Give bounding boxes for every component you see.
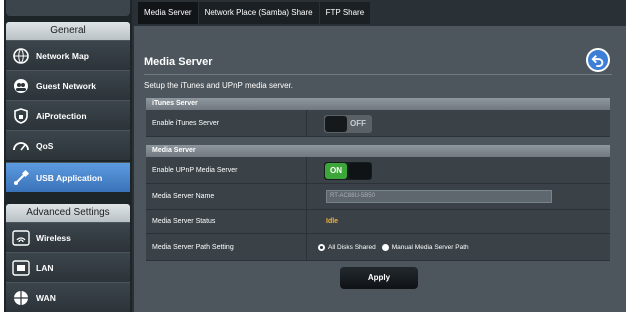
sidebar-item-label: WAN — [36, 292, 56, 303]
radio-all-disks[interactable] — [318, 244, 325, 251]
itunes-toggle[interactable]: OFF — [324, 115, 372, 133]
row-media-server-status: Media Server Status Idle — [146, 210, 610, 234]
sidebar-item-aiprotection[interactable]: AiProtection — [6, 100, 130, 130]
tab-network-place-share[interactable]: Network Place (Samba) Share — [198, 2, 319, 24]
path-radio-group: All Disks Shared Manual Media Server Pat… — [318, 244, 469, 251]
tab-bar: Media Server Network Place (Samba) Share… — [138, 2, 371, 24]
tab-ftp-share[interactable]: FTP Share — [319, 2, 371, 24]
sidebar-group-general: General — [6, 22, 130, 40]
row-divider — [306, 110, 307, 136]
sidebar-item-wireless[interactable]: Wireless — [6, 222, 130, 252]
media-server-name-input[interactable]: RT-AC88U-5B50 — [326, 190, 552, 203]
section-header-media: Media Server — [146, 145, 610, 157]
sidebar: General Network Map Guest Network AiProt… — [4, 0, 132, 312]
sidebar-item-network-map[interactable]: Network Map — [6, 40, 130, 70]
sidebar-item-lan[interactable]: LAN — [6, 252, 130, 282]
sidebar-item-wan[interactable]: WAN — [6, 282, 130, 312]
sidebar-item-qos[interactable]: QoS — [6, 130, 130, 160]
row-media-server-name: Media Server Name RT-AC88U-5B50 — [146, 184, 610, 210]
sidebar-group-advanced: Advanced Settings — [6, 204, 130, 222]
row-divider — [306, 234, 307, 260]
row-enable-itunes: Enable iTunes Server OFF — [146, 110, 610, 137]
enable-upnp-label: Enable UPnP Media Server — [152, 167, 238, 174]
sidebar-item-label: USB Application — [36, 172, 103, 183]
network-map-icon — [12, 47, 30, 65]
sidebar-top-bar — [6, 0, 130, 16]
row-divider — [306, 157, 307, 183]
toggle-state: ON — [325, 163, 347, 179]
radio-all-disks-label: All Disks Shared — [328, 244, 376, 251]
section-header-itunes: iTunes Server — [146, 98, 610, 110]
title-divider — [144, 74, 612, 75]
page-title: Media Server — [144, 56, 213, 68]
row-media-server-path: Media Server Path Setting All Disks Shar… — [146, 234, 610, 261]
media-server-status-label: Media Server Status — [152, 218, 216, 225]
apply-button[interactable]: Apply — [340, 267, 418, 289]
sidebar-item-label: AiProtection — [36, 110, 87, 121]
toggle-knob — [349, 163, 371, 179]
back-button[interactable] — [586, 48, 610, 72]
page-subtitle: Setup the iTunes and UPnP media server. — [144, 81, 293, 90]
row-divider — [306, 184, 307, 209]
back-arrow-icon — [591, 54, 604, 67]
toggle-state: OFF — [350, 119, 366, 128]
globe-icon — [12, 289, 30, 307]
upnp-toggle[interactable]: ON — [324, 162, 372, 180]
toggle-knob — [325, 116, 347, 132]
media-server-status-value: Idle — [326, 218, 339, 225]
wireless-icon — [12, 229, 30, 247]
sidebar-item-guest-network[interactable]: Guest Network — [6, 70, 130, 100]
shield-icon — [12, 107, 30, 125]
media-server-path-label: Media Server Path Setting — [152, 244, 234, 251]
radio-manual-path-label: Manual Media Server Path — [391, 244, 469, 251]
row-enable-upnp: Enable UPnP Media Server ON — [146, 157, 610, 184]
tab-media-server[interactable]: Media Server — [138, 2, 198, 24]
radio-manual-path[interactable] — [381, 244, 389, 251]
usb-icon — [12, 169, 30, 187]
sidebar-item-label: Wireless — [36, 232, 71, 243]
lan-icon — [12, 259, 30, 277]
sidebar-item-label: Network Map — [36, 50, 89, 61]
row-divider — [306, 210, 307, 233]
sidebar-item-label: LAN — [36, 262, 54, 273]
guest-network-icon — [12, 77, 30, 95]
enable-itunes-label: Enable iTunes Server — [152, 120, 220, 127]
speedometer-icon — [12, 137, 30, 155]
sidebar-item-label: Guest Network — [36, 80, 96, 91]
sidebar-item-label: QoS — [36, 140, 54, 151]
sidebar-item-usb-application[interactable]: USB Application — [6, 162, 130, 192]
media-server-name-label: Media Server Name — [152, 193, 215, 200]
